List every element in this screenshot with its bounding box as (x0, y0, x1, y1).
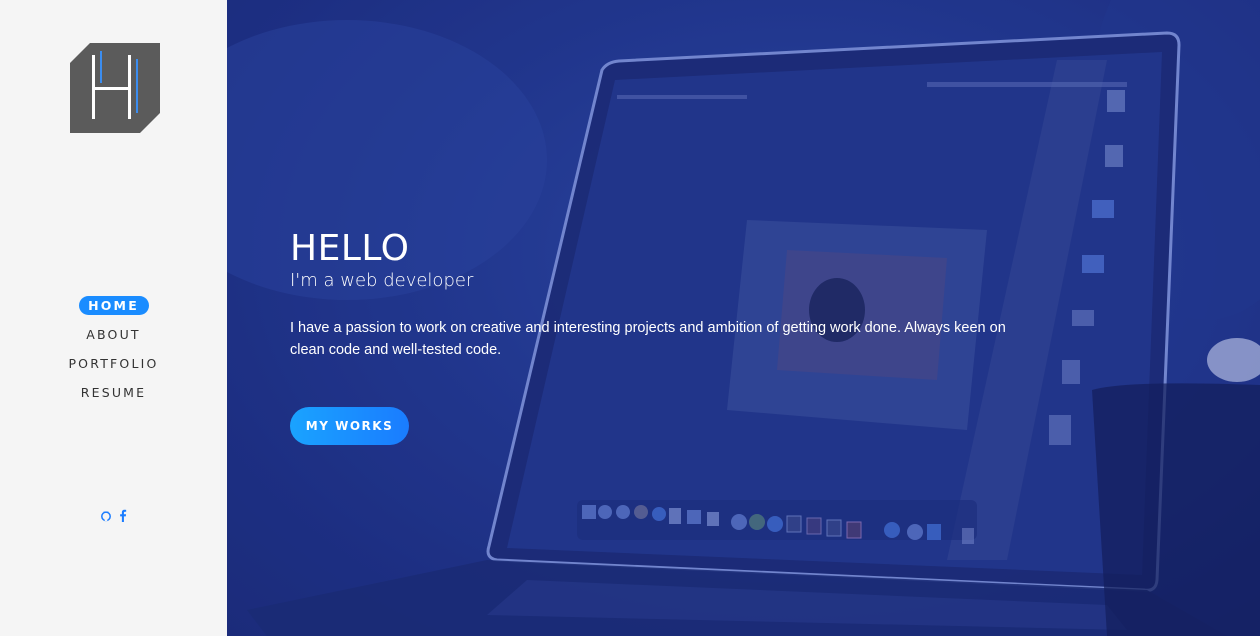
hero-title: HELLO (290, 228, 410, 269)
hero-subtitle: I'm a web developer (290, 270, 474, 291)
hero-section: HELLO I'm a web developer I have a passi… (227, 0, 1260, 636)
github-icon[interactable] (100, 509, 112, 527)
nav-item-home[interactable]: HOME (78, 296, 149, 315)
main-nav: HOME ABOUT PORTFOLIO RESUME (0, 296, 227, 412)
sidebar: HOME ABOUT PORTFOLIO RESUME (0, 0, 227, 636)
logo-h-icon (70, 43, 160, 133)
my-works-button[interactable]: MY WORKS (290, 407, 409, 445)
hero-description: I have a passion to work on creative and… (290, 320, 1006, 358)
facebook-icon[interactable] (119, 509, 127, 527)
nav-item-portfolio[interactable]: PORTFOLIO (0, 354, 227, 373)
nav-item-about[interactable]: ABOUT (0, 325, 227, 344)
site-logo[interactable] (70, 43, 160, 133)
nav-item-resume[interactable]: RESUME (0, 383, 227, 402)
social-links (0, 509, 227, 527)
